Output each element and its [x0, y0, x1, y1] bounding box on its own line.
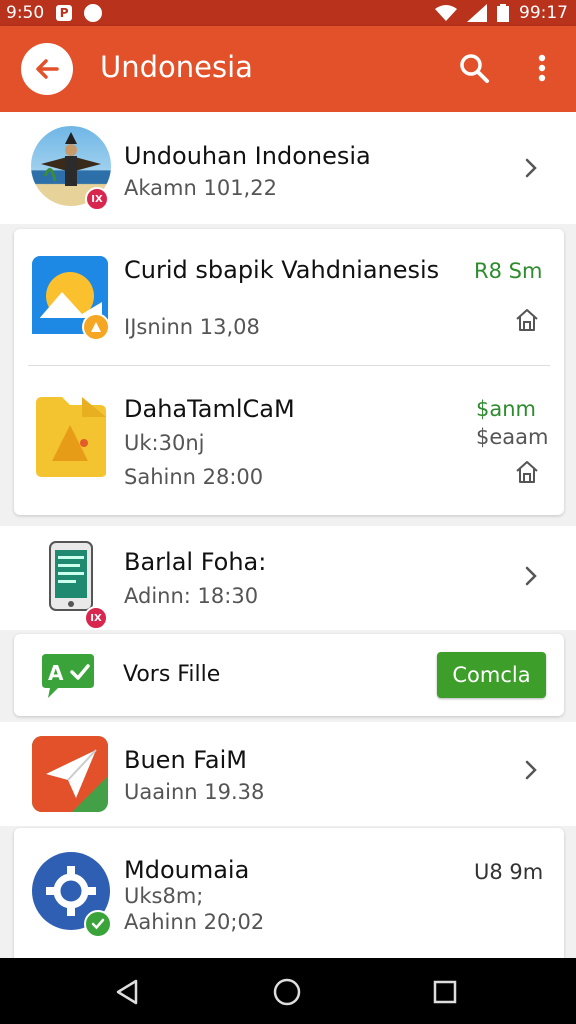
action-button[interactable]: Comcla: [437, 652, 546, 698]
item-subtitle: Uaainn 19.38: [124, 780, 265, 804]
app-badge: [82, 313, 110, 341]
item-title: Mdoumaia: [124, 856, 250, 884]
item-title: Vors Fille: [123, 662, 221, 687]
signal-icon: [467, 4, 487, 22]
status-bar: 9:50 P 99:17: [0, 0, 576, 26]
app-badge: IX: [84, 606, 108, 630]
status-time-right: 99:17: [519, 3, 568, 23]
search-button[interactable]: [456, 50, 492, 86]
item-title: Barlal Foha:: [124, 548, 267, 576]
item-subtitle: Uks8m;: [124, 884, 204, 908]
item-title: Undouhan Indonesia: [124, 142, 371, 170]
page-title: Undonesia: [100, 50, 253, 84]
status-time-left: 9:50: [6, 3, 45, 23]
app-icon: A: [40, 654, 96, 698]
item-price: U8 9m: [474, 860, 544, 884]
back-arrow-icon: [36, 59, 59, 79]
list-item[interactable]: DahaTamlCaM Uk:30nj Sahinn 28:00 $anm $e…: [14, 365, 564, 515]
nav-home-icon[interactable]: [272, 977, 302, 1007]
item-subtitle: IJsninn 13,08: [124, 315, 260, 339]
wifi-icon: [435, 5, 457, 21]
item-subtitle: Adinn: 18:30: [124, 584, 259, 608]
app-icon: [32, 736, 108, 812]
list-item[interactable]: Buen FaiM Uaainn 19.38: [0, 722, 576, 826]
overflow-menu-button[interactable]: [528, 50, 556, 86]
home-icon[interactable]: [514, 307, 540, 333]
item-subtitle-secondary: Sahinn 28:00: [124, 465, 264, 489]
app-icon: [32, 395, 110, 479]
item-title: Curid sbapik Vahdnianesis: [124, 256, 440, 284]
item-subtitle-secondary: Aahinn 20;02: [124, 910, 265, 934]
list-item[interactable]: Curid sbapik Vahdnianesis IJsninn 13,08 …: [14, 229, 564, 365]
back-button[interactable]: [21, 43, 73, 95]
nav-recents-icon[interactable]: [432, 979, 458, 1005]
navigation-bar: [0, 958, 576, 1024]
verified-badge: [84, 910, 112, 938]
more-vert-icon: [538, 54, 546, 82]
item-price-secondary: $eaam: [476, 425, 549, 449]
notification-circle-icon: [84, 4, 103, 22]
item-price: $anm: [476, 397, 536, 421]
svg-text:A: A: [48, 661, 64, 685]
item-title: DahaTamlCaM: [124, 395, 295, 423]
list-item[interactable]: IX Undouhan Indonesia Akamn 101,22: [0, 112, 576, 224]
item-subtitle: Akamn 101,22: [124, 176, 277, 200]
chevron-right-icon: [525, 760, 537, 780]
app-list: IX Undouhan Indonesia Akamn 101,22 Curid…: [0, 112, 576, 958]
app-badge: IX: [85, 187, 109, 211]
app-bar: Undonesia: [0, 26, 576, 112]
list-item[interactable]: Mdoumaia Uks8m; Aahinn 20;02 U8 9m: [14, 828, 564, 958]
list-item[interactable]: IX Barlal Foha: Adinn: 18:30: [0, 526, 576, 630]
item-title: Buen FaiM: [124, 746, 247, 774]
item-price: R8 Sm: [474, 259, 543, 283]
notification-icon: P: [56, 5, 73, 21]
item-subtitle: Uk:30nj: [124, 431, 205, 455]
chevron-right-icon: [525, 566, 537, 586]
chevron-right-icon: [525, 158, 537, 178]
app-icon: [48, 540, 94, 612]
battery-icon: [497, 4, 509, 22]
nav-back-icon[interactable]: [114, 978, 142, 1006]
home-icon[interactable]: [514, 459, 540, 485]
search-icon: [460, 54, 489, 83]
